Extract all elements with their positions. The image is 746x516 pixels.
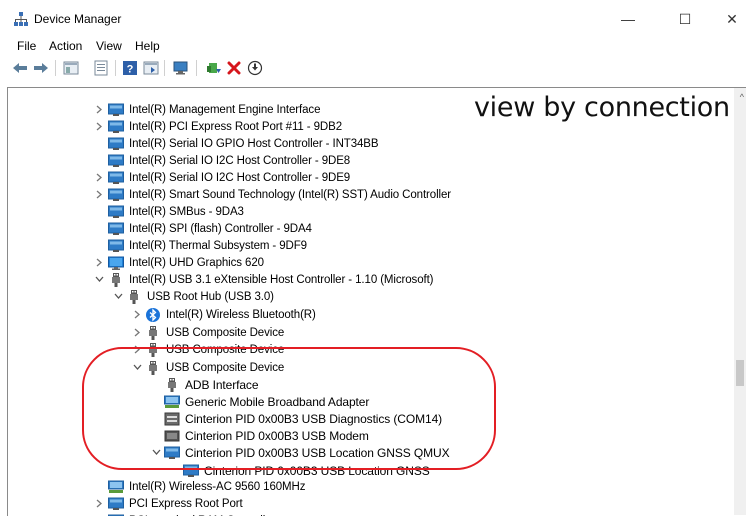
menu-file[interactable]: File: [17, 39, 36, 53]
update-driver-icon[interactable]: [206, 60, 222, 76]
back-arrow-icon[interactable]: [12, 60, 28, 76]
monitor-device-icon: [108, 137, 129, 151]
chevron-right-icon[interactable]: [132, 309, 142, 319]
scroll-up-icon[interactable]: ^: [740, 92, 744, 102]
scan-hardware-icon[interactable]: [173, 60, 189, 76]
show-hide-console-tree-icon[interactable]: [63, 60, 79, 76]
action-pane-icon[interactable]: [143, 60, 159, 76]
tree-item[interactable]: USB Root Hub (USB 3.0): [126, 288, 274, 305]
tree-item[interactable]: Intel(R) SPI (flash) Controller - 9DA4: [108, 220, 312, 237]
tree-item-label: Intel(R) UHD Graphics 620: [129, 257, 264, 269]
device-manager-icon: [14, 12, 28, 26]
chevron-right-icon[interactable]: [94, 104, 104, 114]
chevron-right-icon[interactable]: [94, 498, 104, 508]
tree-item-label: Intel(R) PCI Express Root Port #11 - 9DB…: [129, 121, 342, 133]
toolbar-separator: [196, 60, 197, 76]
menu-help[interactable]: Help: [135, 39, 160, 53]
tree-item[interactable]: Intel(R) Wireless Bluetooth(R): [145, 306, 316, 323]
svg-text:?: ?: [127, 64, 134, 76]
tree-item[interactable]: USB Composite Device: [145, 324, 284, 341]
tree-item-label: Intel(R) Serial IO GPIO Host Controller …: [129, 138, 378, 150]
window-title: Device Manager: [34, 12, 121, 26]
tree-item[interactable]: Intel(R) Smart Sound Technology (Intel(R…: [108, 186, 451, 203]
tree-item-label: Intel(R) SPI (flash) Controller - 9DA4: [129, 223, 312, 235]
highlight-ellipse: [82, 347, 496, 470]
tree-item[interactable]: Intel(R) UHD Graphics 620: [108, 254, 264, 271]
toolbar-separator: [164, 60, 165, 76]
monitor-device-icon: [108, 239, 129, 253]
monitor-device-icon: [108, 188, 129, 202]
toolbar-separator: [115, 60, 116, 76]
tree-item-label: Intel(R) Serial IO I2C Host Controller -…: [129, 155, 350, 167]
tree-item[interactable]: PCI Express Root Port: [108, 495, 243, 512]
scrollbar-thumb[interactable]: [736, 360, 744, 386]
forward-arrow-icon[interactable]: [33, 60, 49, 76]
tree-item-label: Intel(R) SMBus - 9DA3: [129, 206, 244, 218]
close-button[interactable]: ✕: [712, 6, 746, 32]
menu-bar: File Action View Help: [0, 36, 746, 56]
monitor-device-icon: [108, 205, 129, 219]
tree-item[interactable]: Intel(R) Serial IO I2C Host Controller -…: [108, 152, 350, 169]
tree-item-label: Intel(R) Thermal Subsystem - 9DF9: [129, 240, 307, 252]
maximize-button[interactable]: ☐: [665, 6, 705, 32]
chevron-right-icon[interactable]: [94, 172, 104, 182]
tree-item-label: PCI Express Root Port: [129, 498, 243, 510]
monitor-device-icon: [108, 103, 129, 117]
usb-device-icon: [108, 273, 129, 287]
chevron-right-icon[interactable]: [94, 189, 104, 199]
tree-item-label: USB Root Hub (USB 3.0): [147, 291, 274, 303]
tree-item[interactable]: Intel(R) Thermal Subsystem - 9DF9: [108, 237, 307, 254]
monitor-device-icon: [108, 120, 129, 134]
chevron-right-icon[interactable]: [94, 121, 104, 131]
help-icon[interactable]: ?: [122, 60, 138, 76]
chevron-right-icon[interactable]: [132, 327, 142, 337]
tree-item[interactable]: Intel(R) Wireless-AC 9560 160MHz: [108, 478, 305, 495]
minimize-button[interactable]: —: [608, 6, 648, 32]
vertical-scrollbar[interactable]: [734, 88, 746, 515]
tree-item[interactable]: Intel(R) SMBus - 9DA3: [108, 203, 244, 220]
tree-item-label: USB Composite Device: [166, 327, 284, 339]
monitor-device-icon: [108, 171, 129, 185]
tree-item[interactable]: Intel(R) USB 3.1 eXtensible Host Control…: [108, 271, 433, 288]
monitor-device-icon: [108, 222, 129, 236]
tree-item-label: Intel(R) USB 3.1 eXtensible Host Control…: [129, 274, 433, 286]
bluetooth-device-icon: [145, 308, 166, 322]
tree-item-label: Intel(R) Wireless-AC 9560 160MHz: [129, 481, 305, 493]
tree-item-label: Intel(R) Management Engine Interface: [129, 104, 320, 116]
chevron-down-icon[interactable]: [113, 291, 123, 301]
menu-action[interactable]: Action: [49, 39, 82, 53]
tree-item[interactable]: Intel(R) Management Engine Interface: [108, 101, 320, 118]
tree-item[interactable]: Intel(R) PCI Express Root Port #11 - 9DB…: [108, 118, 342, 135]
properties-icon[interactable]: [93, 60, 109, 76]
monitor-device-icon: [108, 154, 129, 168]
annotation-text: view by connection: [474, 92, 730, 123]
network-device-icon: [108, 480, 129, 494]
chevron-down-icon[interactable]: [94, 274, 104, 284]
tree-item[interactable]: PCI standard RAM Controller: [108, 512, 275, 516]
tree-item[interactable]: Intel(R) Serial IO I2C Host Controller -…: [108, 169, 350, 186]
tree-item-label: Intel(R) Smart Sound Technology (Intel(R…: [129, 189, 451, 201]
uninstall-x-icon[interactable]: [226, 60, 242, 76]
usb-device-icon: [126, 290, 147, 304]
menu-view[interactable]: View: [96, 39, 122, 53]
title-bar: Device Manager — ☐ ✕: [0, 0, 746, 36]
display-device-icon: [108, 256, 129, 270]
chevron-right-icon[interactable]: [94, 257, 104, 267]
monitor-device-icon: [108, 497, 129, 511]
toolbar-separator: [55, 60, 56, 76]
enable-device-icon[interactable]: [247, 60, 263, 76]
tree-item-label: Intel(R) Wireless Bluetooth(R): [166, 309, 316, 321]
tree-item-label: Intel(R) Serial IO I2C Host Controller -…: [129, 172, 350, 184]
toolbar: ?: [0, 56, 746, 80]
usb-device-icon: [145, 326, 166, 340]
tree-item[interactable]: Intel(R) Serial IO GPIO Host Controller …: [108, 135, 378, 152]
